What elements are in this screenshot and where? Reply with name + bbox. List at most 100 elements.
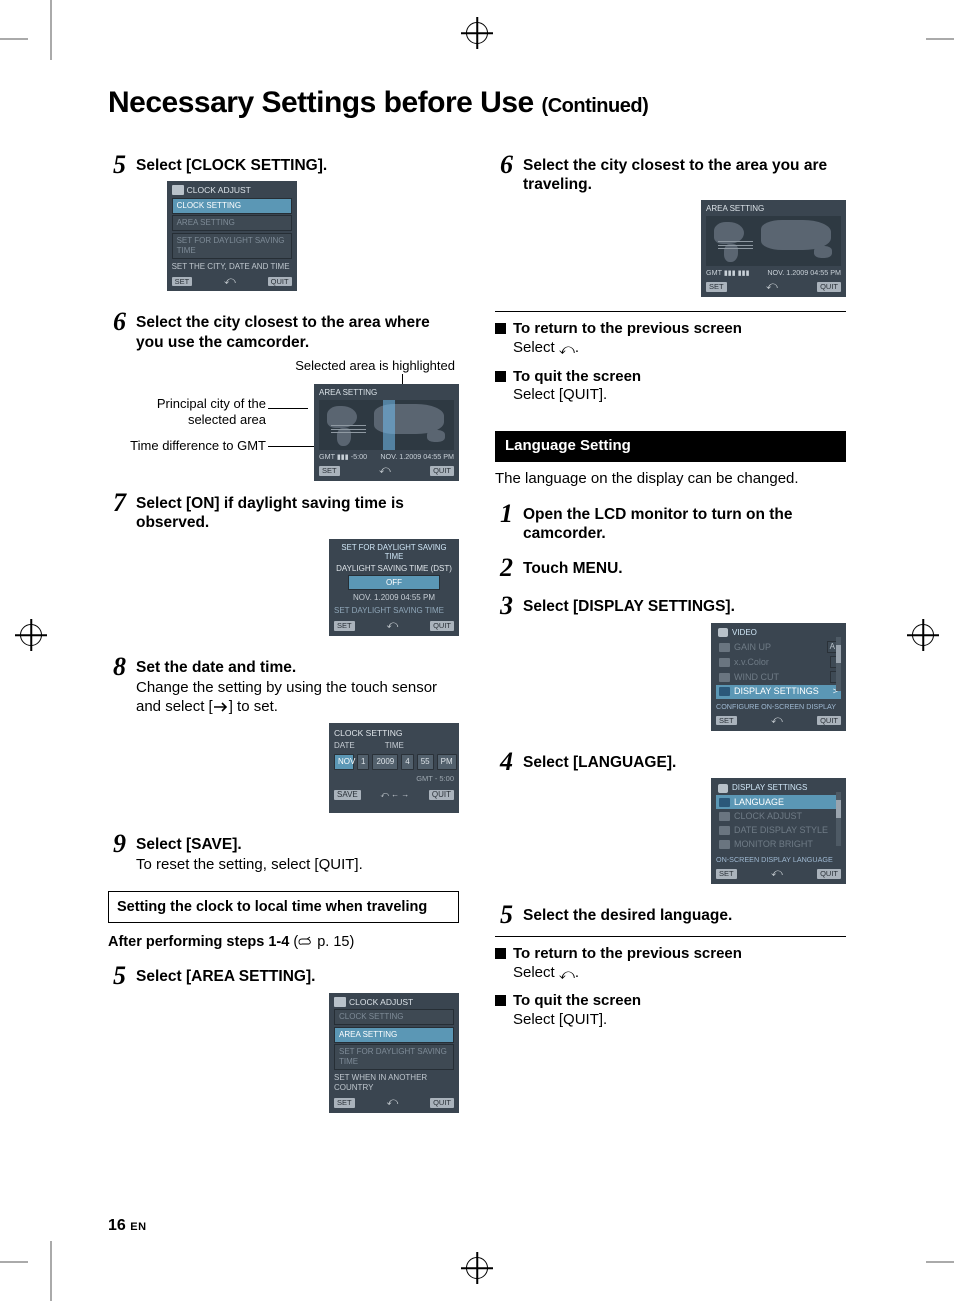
back-icon: ⤺ — [766, 280, 778, 294]
callout-label: Selected area is highlighted — [295, 358, 455, 374]
clock-icon — [719, 812, 730, 821]
lang-step-1: 1 Open the LCD monitor to turn on the ca… — [495, 501, 846, 544]
note-return-2: To return to the previous screen Select … — [495, 945, 846, 985]
set-button: SET — [319, 466, 340, 475]
step-title: Touch MENU. — [523, 559, 623, 578]
leader-line — [268, 408, 308, 409]
divider — [495, 311, 846, 312]
step-title: Select the city closest to the area you … — [523, 156, 846, 195]
ui-clock-adjust-2: CLOCK ADJUST CLOCK SETTING AREA SETTING … — [329, 993, 459, 1113]
right-column: 6 Select the city closest to the area yo… — [495, 140, 846, 1119]
callout-label: Principal city of the selected area — [136, 396, 266, 429]
back-icon: ⤺ — [386, 1096, 398, 1110]
quit-button: QUIT — [268, 277, 292, 286]
registration-mark-icon — [466, 22, 488, 44]
ui-clock-adjust: CLOCK ADJUST CLOCK SETTING AREA SETTING … — [167, 181, 297, 291]
note-quit-2: To quit the screen Select [QUIT]. — [495, 992, 846, 1030]
crop-mark — [0, 38, 28, 40]
registration-mark-icon — [20, 624, 42, 646]
menu-item: AREA SETTING — [172, 215, 292, 231]
gain-icon — [719, 643, 730, 652]
step-title: Select [AREA SETTING]. — [136, 967, 459, 986]
ui-area-setting-2: AREA SETTING GMT ▮▮▮ ▮▮▮ NOV. 1.2009 04:… — [701, 200, 846, 297]
scrollbar — [836, 792, 841, 846]
crop-mark — [926, 38, 954, 40]
step-number: 5 — [108, 152, 126, 298]
page-title: Necessary Settings before Use (Continued… — [108, 84, 846, 122]
return-icon: ⤺ — [559, 966, 575, 983]
back-icon: ⤺ — [771, 867, 783, 881]
brightness-icon — [719, 840, 730, 849]
display-icon — [719, 687, 730, 696]
set-button: SET — [334, 621, 355, 630]
save-button: SAVE — [334, 790, 361, 800]
back-icon: ⤺ — [771, 714, 783, 728]
display-icon — [718, 784, 728, 793]
lang-step-3: 3 Select [DISPLAY SETTINGS]. VIDEO GAIN … — [495, 593, 846, 736]
menu-item: SET FOR DAYLIGHT SAVING TIME — [334, 1044, 454, 1070]
clock-icon — [334, 997, 346, 1007]
set-button: SET — [716, 716, 737, 725]
step-number: 8 — [108, 654, 126, 819]
ui-video-menu: VIDEO GAIN UPA x.v.Color WIND CUT DISPLA… — [711, 623, 846, 731]
menu-item: CLOCK SETTING — [334, 1009, 454, 1025]
divider — [495, 936, 846, 937]
step-title: Set the date and time. — [136, 658, 459, 677]
crop-mark — [50, 1241, 52, 1301]
menu-item: CLOCK SETTING — [172, 198, 292, 214]
world-map — [319, 400, 454, 450]
set-button: SET — [172, 277, 193, 286]
step-number: 1 — [495, 501, 513, 544]
language-icon — [719, 798, 730, 807]
quit-button: QUIT — [817, 869, 841, 878]
quit-button: QUIT — [817, 716, 841, 725]
callout-label: Time difference to GMT — [106, 438, 266, 454]
step-number: 4 — [495, 749, 513, 890]
page-title-main: Necessary Settings before Use — [108, 86, 534, 119]
step-number: 5 — [108, 963, 126, 1119]
menu-item: AREA SETTING — [334, 1027, 454, 1043]
step-6: 6 Select the city closest to the area wh… — [108, 309, 459, 478]
crop-mark — [50, 0, 52, 60]
square-bullet-icon — [495, 995, 506, 1006]
quit-button: QUIT — [817, 282, 841, 291]
ui-clock-setting: CLOCK SETTING DATETIME NOV 1 2009 4 55 P… — [329, 723, 459, 813]
step-5b: 5 Select [AREA SETTING]. CLOCK ADJUST CL… — [108, 963, 459, 1119]
step-number: 5 — [495, 902, 513, 928]
xvcolor-icon — [719, 658, 730, 667]
section-heading: Language Setting — [495, 431, 846, 462]
step-number: 7 — [108, 490, 126, 642]
back-icon: ⤺ — [224, 275, 236, 289]
note-quit: To quit the screen Select [QUIT]. — [495, 368, 846, 406]
section-intro: The language on the display can be chang… — [495, 470, 846, 489]
step-7: 7 Select [ON] if daylight saving time is… — [108, 490, 459, 642]
step-title: Select [DISPLAY SETTINGS]. — [523, 597, 846, 616]
after-note: After performing steps 1-4 ( p. 15) — [108, 933, 459, 951]
step-title: Select the city closest to the area wher… — [136, 313, 459, 352]
ui-hint: SET WHEN IN ANOTHER COUNTRY — [334, 1073, 454, 1093]
step-number: 9 — [108, 831, 126, 875]
page-title-sub: (Continued) — [542, 95, 649, 117]
step-title: Open the LCD monitor to turn on the camc… — [523, 505, 846, 544]
back-icon: ⤺ — [386, 619, 398, 633]
world-map — [706, 216, 841, 266]
step-title: Select [CLOCK SETTING]. — [136, 156, 327, 175]
arrow-right-icon — [213, 699, 229, 709]
step-title: Select [LANGUAGE]. — [523, 753, 846, 772]
pointing-hand-icon — [298, 935, 313, 947]
step-9: 9 Select [SAVE]. To reset the setting, s… — [108, 831, 459, 875]
quit-button: QUIT — [430, 466, 454, 475]
crop-mark — [0, 1261, 28, 1263]
quit-button: QUIT — [430, 1098, 454, 1107]
quit-button: QUIT — [430, 621, 454, 630]
set-button: SET — [706, 282, 727, 291]
clock-icon — [172, 185, 184, 195]
square-bullet-icon — [495, 948, 506, 959]
step-number: 2 — [495, 555, 513, 581]
callout-box: Setting the clock to local time when tra… — [108, 891, 459, 923]
step-desc: To reset the setting, select [QUIT]. — [136, 856, 363, 875]
step-desc: Change the setting by using the touch se… — [136, 679, 459, 717]
square-bullet-icon — [495, 371, 506, 382]
step-number: 3 — [495, 593, 513, 736]
crop-mark — [926, 1261, 954, 1263]
